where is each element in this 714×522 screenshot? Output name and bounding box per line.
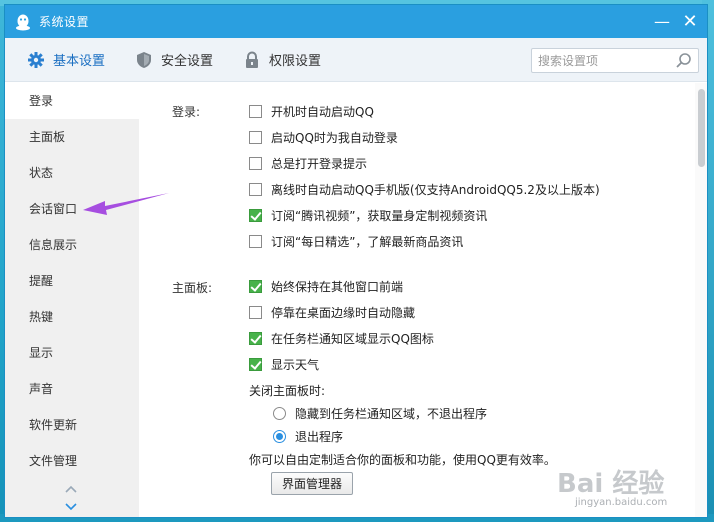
- watermark-logo: Bai 经验: [557, 469, 665, 499]
- tab-label: 权限设置: [269, 54, 322, 69]
- settings-content: 登录: 开机时自动启动QQ 启动QQ时为我自动登录 总是打开登录提示 离线时自动…: [139, 83, 707, 517]
- sidebar-item-file-management[interactable]: 文件管理: [5, 443, 139, 479]
- checkbox[interactable]: [249, 104, 262, 118]
- interface-manager-button[interactable]: 界面管理器: [271, 472, 353, 495]
- tab-security-settings[interactable]: 安全设置: [135, 38, 213, 82]
- checkbox[interactable]: [249, 234, 262, 248]
- search-box: [531, 48, 699, 73]
- checkbox[interactable]: [249, 130, 262, 144]
- settings-sidebar: 登录 主面板 状态 会话窗口 信息展示 提醒 热键 显示 声音 软件更新 文件管…: [5, 83, 139, 517]
- option-auto-login[interactable]: 启动QQ时为我自动登录: [249, 128, 398, 146]
- watermark-url: jingyan.baidu.com: [575, 497, 668, 508]
- option-tray-icon[interactable]: 在任务栏通知区域显示QQ图标: [249, 329, 434, 347]
- option-show-weather[interactable]: 显示天气: [249, 355, 319, 373]
- radio-exit-program[interactable]: 退出程序: [273, 427, 343, 445]
- checkbox[interactable]: [249, 305, 262, 319]
- option-subscribe-daily[interactable]: 订阅“每日精选”，了解最新商品资讯: [249, 232, 463, 250]
- login-section-label: 登录:: [172, 105, 201, 119]
- tab-permission-settings[interactable]: 权限设置: [243, 38, 321, 82]
- lock-icon: [246, 51, 259, 68]
- sidebar-item-hotkeys[interactable]: 热键: [5, 299, 139, 335]
- scrollbar-thumb[interactable]: [698, 89, 705, 167]
- checkbox-checked[interactable]: [249, 208, 262, 222]
- shield-icon: [137, 51, 152, 68]
- tab-label: 基本设置: [53, 54, 106, 69]
- sidebar-item-login[interactable]: 登录: [5, 83, 139, 119]
- option-subscribe-video[interactable]: 订阅“腾讯视频”，获取量身定制视频资讯: [249, 206, 487, 224]
- checkbox-checked[interactable]: [249, 357, 262, 371]
- main-panel-section-label: 主面板:: [172, 281, 213, 295]
- radio-button-selected[interactable]: [273, 429, 286, 443]
- title-bar[interactable]: 系统设置 — ✕: [5, 5, 707, 38]
- baidu-jingyan-watermark: Bai 经验 jingyan.baidu.com: [553, 465, 693, 511]
- customize-note: 你可以自由定制适合你的面板和功能，使用QQ更有效率。: [249, 453, 556, 467]
- sidebar-item-main-panel[interactable]: 主面板: [5, 119, 139, 155]
- minimize-button[interactable]: —: [647, 5, 677, 38]
- checkbox-checked[interactable]: [249, 279, 262, 293]
- option-offline-mobile[interactable]: 离线时自动启动QQ手机版(仅支持AndroidQQ5.2及以上版本): [249, 180, 600, 198]
- option-auto-start[interactable]: 开机时自动启动QQ: [249, 102, 374, 120]
- checkbox-checked[interactable]: [249, 331, 262, 345]
- close-panel-label: 关闭主面板时:: [249, 384, 326, 398]
- scroll-down-icon[interactable]: [63, 501, 79, 513]
- scroll-up-icon[interactable]: [63, 483, 79, 495]
- sidebar-item-reminder[interactable]: 提醒: [5, 263, 139, 299]
- close-button[interactable]: ✕: [675, 5, 705, 38]
- option-login-tip[interactable]: 总是打开登录提示: [249, 154, 367, 172]
- tab-basic-settings[interactable]: 基本设置: [27, 38, 105, 82]
- settings-tabs: 基本设置 安全设置 权限设置: [5, 38, 707, 82]
- option-always-on-top[interactable]: 始终保持在其他窗口前端: [249, 277, 403, 295]
- qq-penguin-icon: [16, 14, 30, 30]
- sidebar-item-info-display[interactable]: 信息展示: [5, 227, 139, 263]
- annotation-arrow-icon: [83, 193, 169, 215]
- checkbox[interactable]: [249, 156, 262, 170]
- settings-window: 系统设置 — ✕ 基本设置 安全设置 权限设置 搜索设置项 登录 主面板 状态 …: [4, 4, 708, 518]
- radio-hide-to-tray[interactable]: 隐藏到任务栏通知区域，不退出程序: [273, 404, 487, 422]
- sidebar-item-status[interactable]: 状态: [5, 155, 139, 191]
- tab-label: 安全设置: [161, 54, 214, 69]
- gear-icon: [28, 51, 44, 68]
- window-title: 系统设置: [39, 15, 90, 29]
- sidebar-item-sound[interactable]: 声音: [5, 371, 139, 407]
- option-auto-hide[interactable]: 停靠在桌面边缘时自动隐藏: [249, 303, 415, 321]
- checkbox[interactable]: [249, 182, 262, 196]
- search-input[interactable]: [538, 49, 678, 72]
- sidebar-item-display[interactable]: 显示: [5, 335, 139, 371]
- search-icon[interactable]: [675, 52, 692, 69]
- sidebar-item-software-update[interactable]: 软件更新: [5, 407, 139, 443]
- content-scrollbar[interactable]: [695, 83, 707, 517]
- radio-button[interactable]: [273, 406, 286, 420]
